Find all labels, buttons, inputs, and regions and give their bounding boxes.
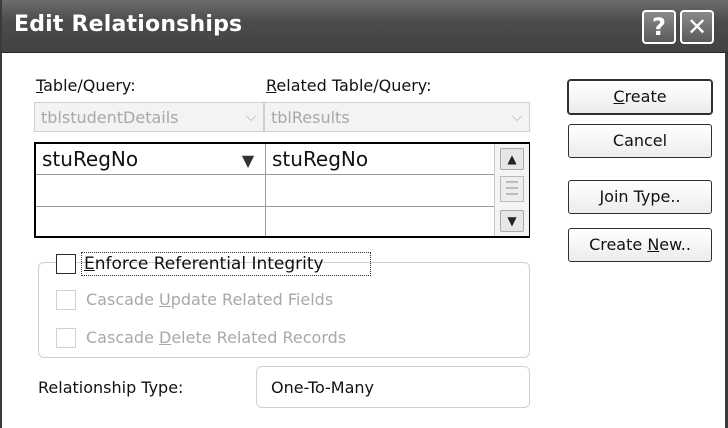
close-icon: ✕	[686, 13, 708, 41]
table-query-combo[interactable]: tblstudentDetails ⌵	[34, 102, 264, 132]
grid-cell-left[interactable]	[42, 178, 262, 204]
help-button[interactable]: ?	[642, 10, 676, 44]
relationship-type-box: One-To-Many	[256, 366, 530, 408]
close-button[interactable]: ✕	[680, 10, 714, 44]
grid-cell-right[interactable]	[272, 178, 492, 204]
grid-cell-left[interactable]	[42, 209, 262, 235]
cancel-button[interactable]: Cancel	[568, 124, 712, 158]
grid-cell-right[interactable]	[272, 209, 492, 235]
chevron-down-icon: ▼	[507, 214, 517, 228]
relationship-type-label: Relationship Type:	[38, 378, 184, 397]
column-divider	[265, 144, 266, 236]
create-new-button[interactable]: Create New..	[568, 228, 712, 262]
scroll-thumb[interactable]	[500, 176, 524, 202]
enforce-integrity-label[interactable]: Enforce Referential Integrity	[84, 254, 324, 274]
chevron-down-icon: ⌵	[245, 109, 257, 125]
row-divider	[36, 206, 494, 207]
relationship-type-value: One-To-Many	[271, 378, 375, 397]
create-button[interactable]: Create	[568, 80, 712, 114]
cascade-update-label: Cascade Update Related Fields	[86, 290, 334, 309]
join-type-button[interactable]: Join Type..	[568, 180, 712, 214]
cascade-delete-checkbox[interactable]	[56, 328, 76, 348]
grid-cell-right[interactable]: stuRegNo	[272, 147, 368, 171]
dialog-title: Edit Relationships	[14, 12, 243, 37]
cascade-delete-label: Cascade Delete Related Records	[86, 328, 347, 347]
chevron-down-icon[interactable]: ▼	[236, 150, 260, 172]
grid-cell-left[interactable]: stuRegNo	[42, 147, 138, 171]
field-mapping-grid: stuRegNo ▼ stuRegNo ▲ ▼	[34, 142, 530, 238]
scroll-up-button[interactable]: ▲	[500, 148, 524, 170]
row-divider	[36, 174, 494, 175]
help-icon: ?	[652, 13, 666, 41]
table-query-value: tblstudentDetails	[41, 108, 179, 127]
related-table-query-value: tblResults	[271, 108, 350, 127]
related-table-query-combo[interactable]: tblResults ⌵	[264, 102, 530, 132]
scroll-down-button[interactable]: ▼	[500, 210, 524, 232]
table-query-label: Table/Query:	[36, 76, 136, 95]
related-table-query-label: Related Table/Query:	[266, 76, 432, 95]
edit-relationships-dialog: Edit Relationships ? ✕ Table/Query: Rela…	[0, 0, 728, 428]
enforce-integrity-checkbox[interactable]	[56, 254, 76, 274]
title-bar: Edit Relationships ? ✕	[2, 0, 728, 53]
chevron-down-icon: ⌵	[511, 109, 523, 125]
chevron-up-icon: ▲	[507, 152, 517, 166]
vertical-scrollbar[interactable]: ▲ ▼	[494, 144, 529, 236]
cascade-update-checkbox[interactable]	[56, 290, 76, 310]
